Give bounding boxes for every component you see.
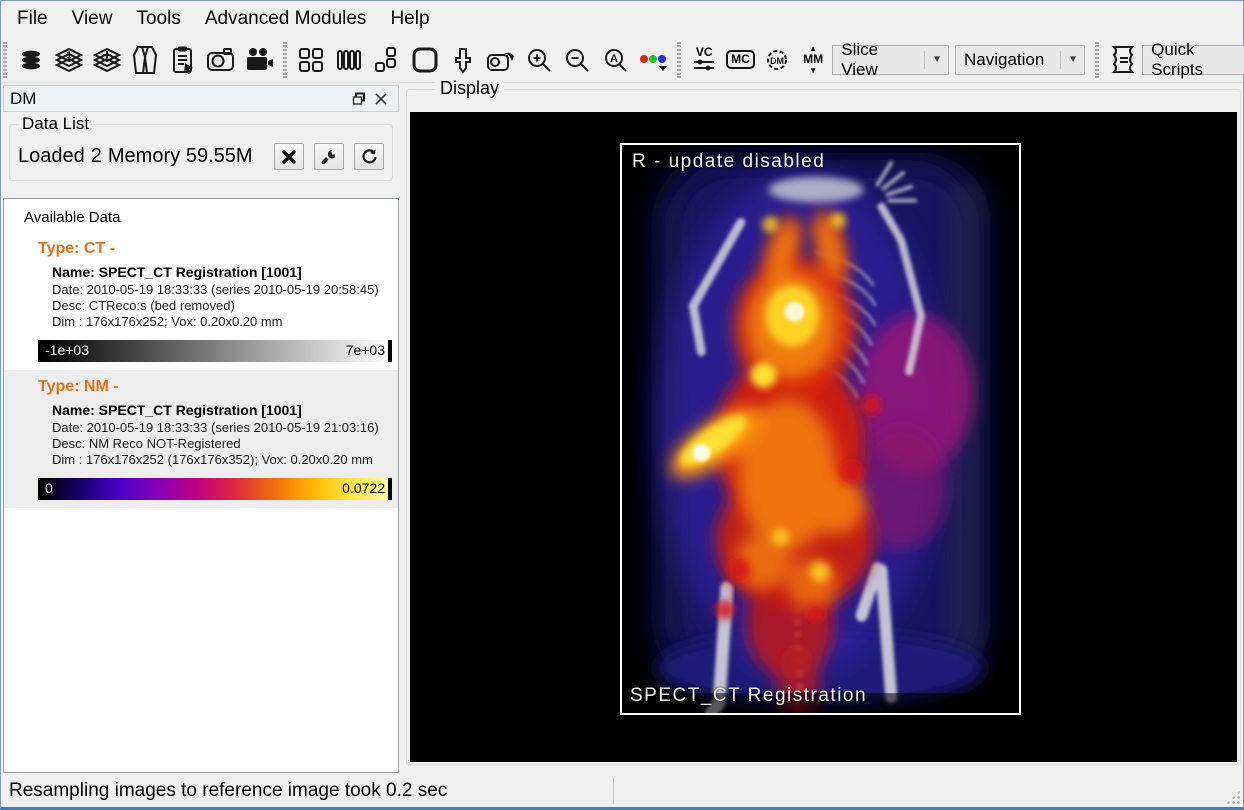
entry-desc: Desc: NM Reco NOT-Registered [52, 436, 392, 452]
clear-all-button[interactable] [274, 143, 304, 170]
navigation-label: Navigation [964, 50, 1044, 70]
loaded-count: 2 [91, 145, 102, 168]
mm-tool-icon[interactable]: ▲MM▼ [796, 41, 830, 79]
render-name-overlay: SPECT_CT Registration [630, 685, 867, 707]
zoom-auto-icon[interactable]: A [597, 41, 633, 79]
zoom-out-icon[interactable] [559, 41, 595, 79]
entry-date: Date: 2010-05-19 18:33:33 (series 2010-0… [52, 282, 392, 298]
toolbar-drag-handle[interactable] [283, 42, 287, 78]
data-entry-ct[interactable]: Type: CT - Name: SPECT_CT Registration [… [4, 232, 398, 370]
layout-columns-icon[interactable] [331, 41, 367, 79]
render-status-overlay: R - update disabled [632, 151, 825, 173]
menu-view[interactable]: View [60, 4, 125, 34]
clipboard-icon[interactable] [165, 41, 201, 79]
layout-single-icon[interactable] [407, 41, 443, 79]
menu-help[interactable]: Help [378, 4, 441, 34]
resize-grip[interactable] [1226, 790, 1240, 804]
entry-dim: Dim : 176x176x252 (176x176x352); Vox: 0.… [52, 452, 392, 468]
menubar: File View Tools Advanced Modules Help [1, 1, 1243, 37]
loaded-label: Loaded [18, 145, 85, 168]
pin-icon[interactable] [445, 41, 481, 79]
camera-icon[interactable] [203, 41, 239, 79]
colorbar-max-value: 0.0722 [342, 480, 385, 496]
toolbar-group-scripts: Quick Scripts ▼ [1101, 41, 1244, 79]
mc-label: MC [731, 54, 750, 65]
nm-colorbar[interactable]: 0 0.0722 [38, 478, 392, 500]
data-list-groupbox: Data List Loaded 2 Memory 59.55M [9, 124, 393, 181]
quick-scripts-dropdown[interactable]: Quick Scripts ▼ [1142, 45, 1244, 75]
svg-text:DM: DM [770, 56, 784, 66]
quick-scripts-label: Quick Scripts [1151, 40, 1244, 80]
layout-mixed-icon[interactable] [369, 41, 405, 79]
data-entry-nm[interactable]: Type: NM - Name: SPECT_CT Registration [… [4, 370, 398, 508]
toolbar-group-data: 1 [9, 41, 281, 79]
memory-label: Memory [108, 145, 180, 168]
entry-dim: Dim : 176x176x252; Vox: 0.20x0.20 mm [52, 314, 392, 330]
movie-icon[interactable] [241, 41, 277, 79]
render-viewport[interactable]: R - update disabled SPECT_CT Registratio… [410, 112, 1237, 762]
load-layer-icon[interactable]: 1 [51, 41, 87, 79]
entry-type-label[interactable]: Type: NM - [38, 378, 392, 396]
toolbar-group-view: A [289, 41, 675, 79]
entry-name: Name: SPECT_CT Registration [1001] [52, 263, 392, 282]
main-area: DM Data List Loaded 2 Memory 59.55M [1, 85, 1243, 775]
dm-panel-title: DM [10, 89, 36, 109]
toolbar-drag-handle[interactable] [677, 42, 681, 78]
toolbar-drag-handle[interactable] [1095, 42, 1099, 78]
toolbar-group-tools: VC MC DM ▲MM▼ Slice View ▼ Navigation ▼ [683, 41, 1093, 79]
slice-view-label: Slice View [841, 40, 914, 80]
mm-label: MM [803, 54, 823, 65]
mc-tool-icon[interactable]: MC [723, 41, 757, 79]
status-divider [613, 778, 614, 804]
data-list-title: Data List [18, 114, 93, 134]
toolbar: 1 [1, 37, 1243, 83]
toolbar-drag-handle[interactable] [3, 42, 7, 78]
layout-grid-icon[interactable] [293, 41, 329, 79]
chevron-down-icon: ▼ [1060, 51, 1078, 69]
rotate-view-icon[interactable] [483, 41, 519, 79]
add-layer-icon[interactable] [89, 41, 125, 79]
navigation-dropdown[interactable]: Navigation ▼ [955, 45, 1085, 75]
close-icon[interactable] [370, 89, 392, 109]
available-data-title: Available Data [4, 199, 398, 232]
display-groupbox: Display [406, 89, 1241, 765]
dm-tool-icon[interactable]: DM [760, 41, 794, 79]
entry-date: Date: 2010-05-19 18:33:33 (series 2010-0… [52, 420, 392, 436]
tools-button[interactable] [314, 143, 344, 170]
rgb-channels-icon[interactable] [635, 41, 671, 79]
menu-file[interactable]: File [5, 4, 60, 34]
vc-label: VC [696, 47, 713, 58]
memory-value: 59.55M [186, 145, 253, 168]
colorbar-max-handle[interactable] [388, 340, 392, 362]
reload-button[interactable] [354, 143, 384, 170]
spect-ct-volume-render [622, 145, 1019, 713]
display-title: Display [435, 78, 504, 99]
entry-name: Name: SPECT_CT Registration [1001] [52, 401, 392, 420]
available-data-list: Available Data Type: CT - Name: SPECT_CT… [3, 198, 399, 773]
entry-type-label[interactable]: Type: CT - [38, 240, 392, 258]
statusbar: Resampling images to reference image too… [1, 775, 1243, 807]
colorbar-min-value: 0 [45, 480, 53, 496]
script-icon[interactable] [1105, 41, 1140, 79]
vc-tool-icon[interactable]: VC [687, 41, 721, 79]
volume-render-frame[interactable]: R - update disabled SPECT_CT Registratio… [620, 143, 1021, 715]
ct-colorbar[interactable]: -1e+03 7e+03 [38, 340, 392, 362]
slice-view-dropdown[interactable]: Slice View ▼ [832, 45, 949, 75]
database-icon[interactable] [13, 41, 49, 79]
status-message: Resampling images to reference image too… [1, 780, 447, 802]
dm-dock-panel: DM Data List Loaded 2 Memory 59.55M [3, 85, 399, 773]
float-panel-icon[interactable] [348, 89, 370, 109]
menu-tools[interactable]: Tools [124, 4, 192, 34]
colorbar-min-value: -1e+03 [45, 342, 89, 358]
colorbar-max-value: 7e+03 [346, 342, 385, 358]
zoom-in-icon[interactable] [521, 41, 557, 79]
colorbar-max-handle[interactable] [388, 478, 392, 500]
menu-advanced-modules[interactable]: Advanced Modules [193, 4, 379, 34]
dm-panel-header: DM [3, 85, 399, 112]
chevron-down-icon: ▼ [924, 51, 942, 69]
svg-text:A: A [610, 53, 618, 65]
suit-icon[interactable] [127, 41, 163, 79]
entry-desc: Desc: CTReco:s (bed removed) [52, 298, 392, 314]
svg-text:1: 1 [66, 50, 71, 60]
